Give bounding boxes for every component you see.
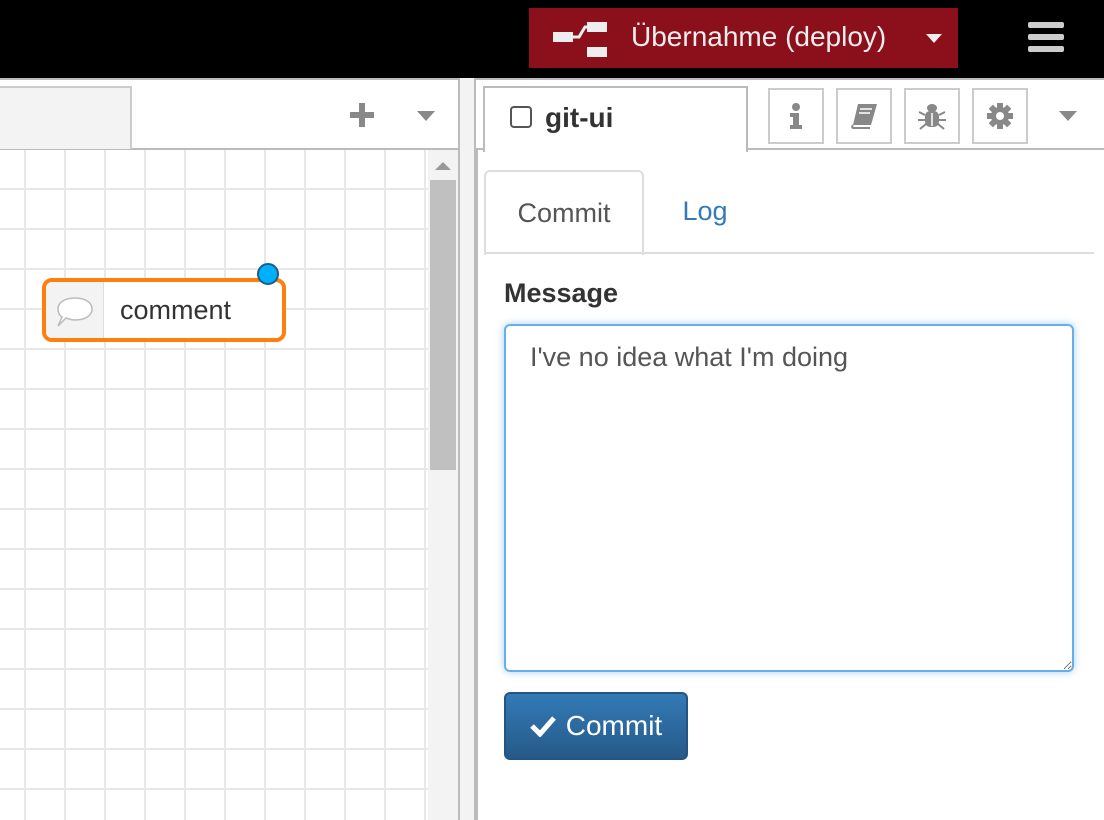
scrollbar-thumb[interactable]: [430, 180, 456, 470]
message-label: Message: [504, 278, 619, 308]
comment-icon: [46, 282, 104, 338]
gear-icon: [987, 103, 1013, 129]
workspace-canvas[interactable]: [0, 150, 428, 820]
sidebar-tab-label: git-ui: [545, 102, 614, 133]
tab-commit[interactable]: Commit: [484, 170, 644, 255]
add-tab-icon[interactable]: [350, 103, 374, 127]
bug-icon: [918, 104, 946, 130]
chevron-down-icon[interactable]: [1059, 111, 1077, 121]
checkbox-icon: [510, 106, 532, 128]
debug-button[interactable]: [904, 88, 960, 144]
deploy-button[interactable]: Übernahme (deploy): [529, 8, 958, 68]
commit-button[interactable]: Commit: [504, 692, 688, 760]
scroll-up-icon[interactable]: [435, 162, 451, 170]
info-icon: [790, 103, 802, 129]
message-input[interactable]: [504, 324, 1074, 672]
tab-log[interactable]: Log: [650, 196, 760, 227]
node-changed-indicator: [257, 263, 279, 285]
sidebar-tab-git-ui[interactable]: git-ui: [483, 86, 748, 152]
deploy-label: Übernahme (deploy): [631, 21, 887, 52]
chevron-down-icon[interactable]: [926, 34, 942, 43]
config-button[interactable]: [972, 88, 1028, 144]
book-icon: [851, 104, 877, 129]
comment-node[interactable]: comment: [42, 278, 286, 342]
commit-label: Commit: [565, 710, 663, 741]
hamburger-icon[interactable]: [1028, 22, 1064, 52]
info-button[interactable]: [768, 88, 824, 144]
tab-divider: [484, 252, 1094, 254]
node-label: comment: [120, 295, 232, 325]
chevron-down-icon[interactable]: [417, 111, 435, 121]
check-icon: [529, 716, 556, 737]
workspace-tab[interactable]: [0, 86, 132, 149]
help-button[interactable]: [836, 88, 892, 144]
deploy-icon: [553, 22, 607, 57]
sidebar-separator[interactable]: [458, 78, 476, 820]
